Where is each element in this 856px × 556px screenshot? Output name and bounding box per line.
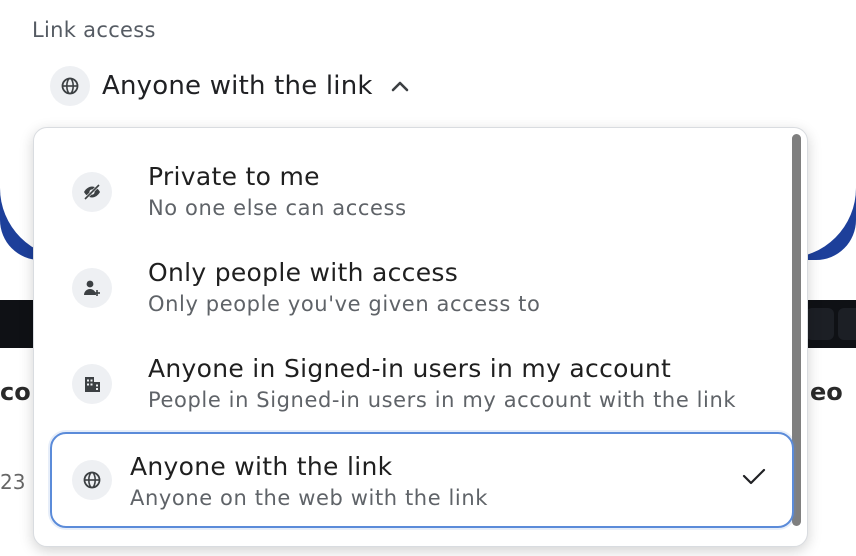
globe-icon	[72, 460, 112, 500]
menu-option-private[interactable]: Private to me No one else can access	[54, 150, 794, 236]
building-icon	[72, 364, 112, 404]
background-text-fragment: co	[0, 378, 31, 406]
option-subtitle: Anyone on the web with the link	[130, 486, 489, 510]
link-access-dropdown-trigger[interactable]: Anyone with the link	[50, 64, 411, 108]
background-text-fragment: eo	[810, 378, 843, 406]
background-text-fragment: 23	[0, 470, 26, 494]
menu-option-anyone-with-link[interactable]: Anyone with the link Anyone on the web w…	[50, 432, 794, 528]
option-subtitle: Only people you've given access to	[148, 292, 541, 316]
person-add-icon	[72, 268, 112, 308]
eye-off-icon	[72, 172, 112, 212]
checkmark-icon	[742, 468, 766, 485]
globe-icon	[50, 66, 90, 106]
chevron-up-icon	[391, 81, 408, 92]
link-access-menu: Private to me No one else can access Onl…	[33, 127, 808, 547]
option-title: Private to me	[148, 162, 320, 191]
background-toolbar-chip	[838, 308, 856, 340]
option-title: Anyone in Signed-in users in my account	[148, 354, 672, 383]
menu-option-signed-in-users[interactable]: Anyone in Signed-in users in my account …	[54, 342, 794, 428]
option-subtitle: No one else can access	[148, 196, 407, 220]
option-title: Anyone with the link	[130, 452, 393, 481]
link-access-current-value: Anyone with the link	[102, 71, 373, 101]
option-subtitle: People in Signed-in users in my account …	[148, 388, 737, 412]
menu-option-only-people-with-access[interactable]: Only people with access Only people you'…	[54, 246, 794, 332]
link-access-label: Link access	[32, 18, 156, 42]
option-title: Only people with access	[148, 258, 459, 287]
background-toolbar-chip	[806, 308, 834, 340]
